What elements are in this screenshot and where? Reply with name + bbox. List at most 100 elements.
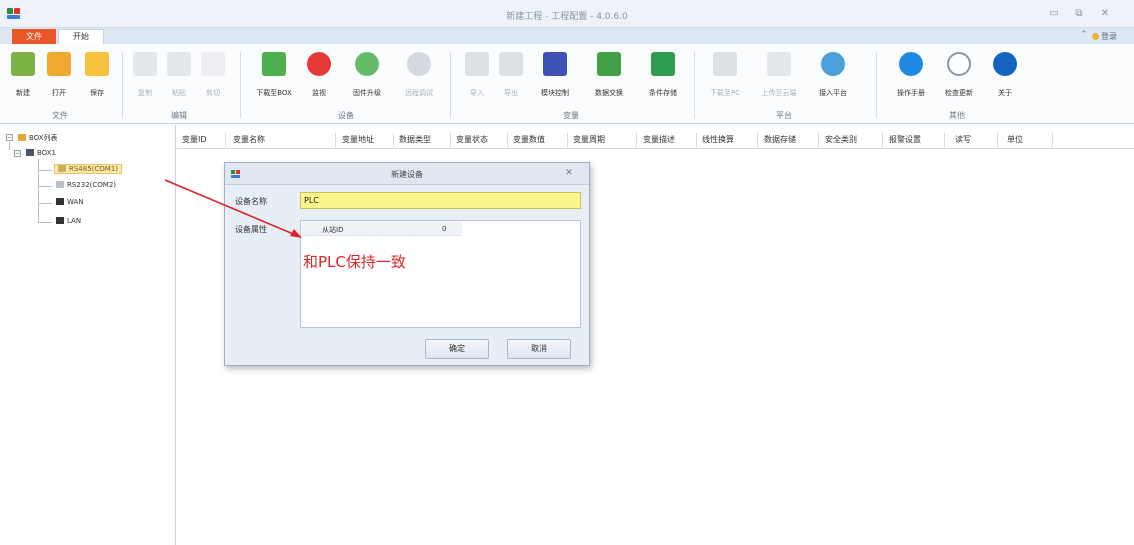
device-props-grid: 从站ID 0 和PLC保持一致 [300, 220, 581, 328]
column-header[interactable]: 数据类型 [399, 134, 431, 145]
dialog-close-button[interactable]: ✕ [563, 168, 575, 179]
about-button[interactable]: 关于 [992, 50, 1018, 108]
collapse-ribbon-icon[interactable]: ⌃ [1080, 30, 1088, 40]
remote-debug-button[interactable]: 远程调试 [404, 50, 434, 108]
paste-button[interactable]: 粘贴 [166, 50, 192, 108]
firmware-upgrade-button[interactable]: 固件升级 [352, 50, 382, 108]
upload-platform-button[interactable]: 上传至云端 [762, 50, 797, 108]
tree-line [9, 142, 10, 150]
tree-node-box1[interactable]: BOX1 [26, 149, 56, 157]
tree-node-rs232[interactable]: RS232(COM2) [56, 181, 116, 189]
new-label: 新建 [16, 89, 30, 97]
column-header[interactable]: 变量周期 [573, 134, 605, 145]
upload-icon [767, 52, 791, 76]
prop-value[interactable]: 0 [442, 225, 446, 233]
column-header[interactable]: 数据存储 [764, 134, 796, 145]
tree-node-wan[interactable]: WAN [56, 198, 84, 206]
cancel-button[interactable]: 取消 [507, 339, 571, 359]
user-icon [1092, 33, 1099, 40]
column-header[interactable]: 变量名称 [233, 134, 265, 145]
about-label: 关于 [998, 89, 1012, 97]
check-update-button[interactable]: 检查更新 [944, 50, 974, 108]
tab-home[interactable]: 开始 [58, 29, 104, 44]
tree-node-label: RS232(COM2) [67, 181, 117, 189]
tab-file[interactable]: 文件 [12, 29, 56, 44]
device-name-input[interactable] [300, 192, 581, 209]
tree-node-box-list[interactable]: BOX列表 [18, 133, 58, 143]
column-divider [1052, 133, 1053, 147]
box-icon [26, 149, 34, 156]
column-header[interactable]: 变量ID [182, 134, 207, 145]
device-props-label: 设备属性 [235, 225, 267, 234]
tree-line [38, 186, 52, 187]
save-button[interactable]: 保存 [84, 50, 110, 108]
column-header[interactable]: 线性换算 [702, 134, 734, 145]
minimize-button[interactable]: ▭ [1047, 8, 1061, 20]
column-header[interactable]: 读写 [955, 134, 971, 145]
copy-icon [133, 52, 157, 76]
condition-store-button[interactable]: 条件存储 [648, 50, 678, 108]
access-platform-button[interactable]: 接入平台 [818, 50, 848, 108]
download-to-box-button[interactable]: 下载至BOX [256, 50, 292, 108]
export-button[interactable]: 导出 [498, 50, 524, 108]
import-button[interactable]: 导入 [464, 50, 490, 108]
column-header[interactable]: 变量地址 [342, 134, 374, 145]
tree-line [38, 159, 39, 223]
download-to-pc-button[interactable]: 下载至PC [710, 50, 740, 108]
firmware-upgrade-label: 固件升级 [353, 89, 381, 97]
device-tree: − BOX列表 − BOX1 RS485(COM1) RS232(COM2) W… [0, 125, 176, 545]
prop-row-slave-id[interactable]: 从站ID 0 [302, 222, 462, 236]
check-update-icon [947, 52, 971, 76]
check-update-label: 检查更新 [945, 89, 973, 97]
column-header[interactable]: 变量描述 [643, 134, 675, 145]
monitor-button[interactable]: 监视 [306, 50, 332, 108]
data-exchange-label: 数据交换 [595, 89, 623, 97]
tree-node-rs485[interactable]: RS485(COM1) [54, 164, 123, 174]
login-button[interactable]: 登录 [1092, 31, 1117, 42]
download-pc-icon [713, 52, 737, 76]
data-exchange-button[interactable]: 数据交换 [594, 50, 624, 108]
data-exchange-icon [597, 52, 621, 76]
column-header[interactable]: 变量数值 [513, 134, 545, 145]
access-platform-label: 接入平台 [819, 89, 847, 97]
tree-line [38, 170, 52, 171]
collapse-icon[interactable]: − [14, 150, 21, 157]
grid-header: 变量ID 变量名称 变量地址 数据类型 变量状态 变量数值 变量周期 变量描述 … [177, 131, 1134, 149]
column-header[interactable]: 单位 [1007, 134, 1023, 145]
tree-node-label: BOX列表 [29, 134, 58, 142]
ok-button[interactable]: 确定 [425, 339, 489, 359]
network-icon [56, 198, 64, 205]
upload-platform-label: 上传至云端 [761, 89, 797, 97]
save-icon [85, 52, 109, 76]
variable-group-label: 变量 [563, 111, 579, 120]
module-control-button[interactable]: 模块控制 [540, 50, 570, 108]
column-header[interactable]: 变量状态 [456, 134, 488, 145]
manual-button[interactable]: 操作手册 [896, 50, 926, 108]
collapse-icon[interactable]: − [6, 134, 13, 141]
tree-node-label: WAN [67, 198, 84, 206]
column-divider [882, 133, 883, 147]
column-divider [335, 133, 336, 147]
title-bar: 新建工程 - 工程配置 - 4.0.6.0 ▭ ⧉ ✕ [0, 0, 1134, 28]
prop-key: 从站ID [322, 226, 344, 234]
open-button[interactable]: 打开 [46, 50, 72, 108]
tree-node-lan[interactable]: LAN [56, 217, 81, 225]
column-header[interactable]: 安全类别 [825, 134, 857, 145]
remote-debug-icon [407, 52, 431, 76]
tree-node-label: BOX1 [37, 149, 56, 157]
open-folder-icon [47, 52, 71, 76]
file-group-label: 文件 [52, 111, 68, 120]
new-button[interactable]: 新建 [10, 50, 36, 108]
cut-button[interactable]: 剪切 [200, 50, 226, 108]
copy-button[interactable]: 复制 [132, 50, 158, 108]
column-divider [997, 133, 998, 147]
group-divider [240, 52, 241, 118]
column-divider [944, 133, 945, 147]
device-name-label: 设备名称 [235, 197, 267, 206]
import-icon [465, 52, 489, 76]
maximize-button[interactable]: ⧉ [1072, 8, 1086, 20]
column-header[interactable]: 报警设置 [889, 134, 921, 145]
column-divider [393, 133, 394, 147]
close-button[interactable]: ✕ [1098, 8, 1112, 20]
monitor-icon [307, 52, 331, 76]
